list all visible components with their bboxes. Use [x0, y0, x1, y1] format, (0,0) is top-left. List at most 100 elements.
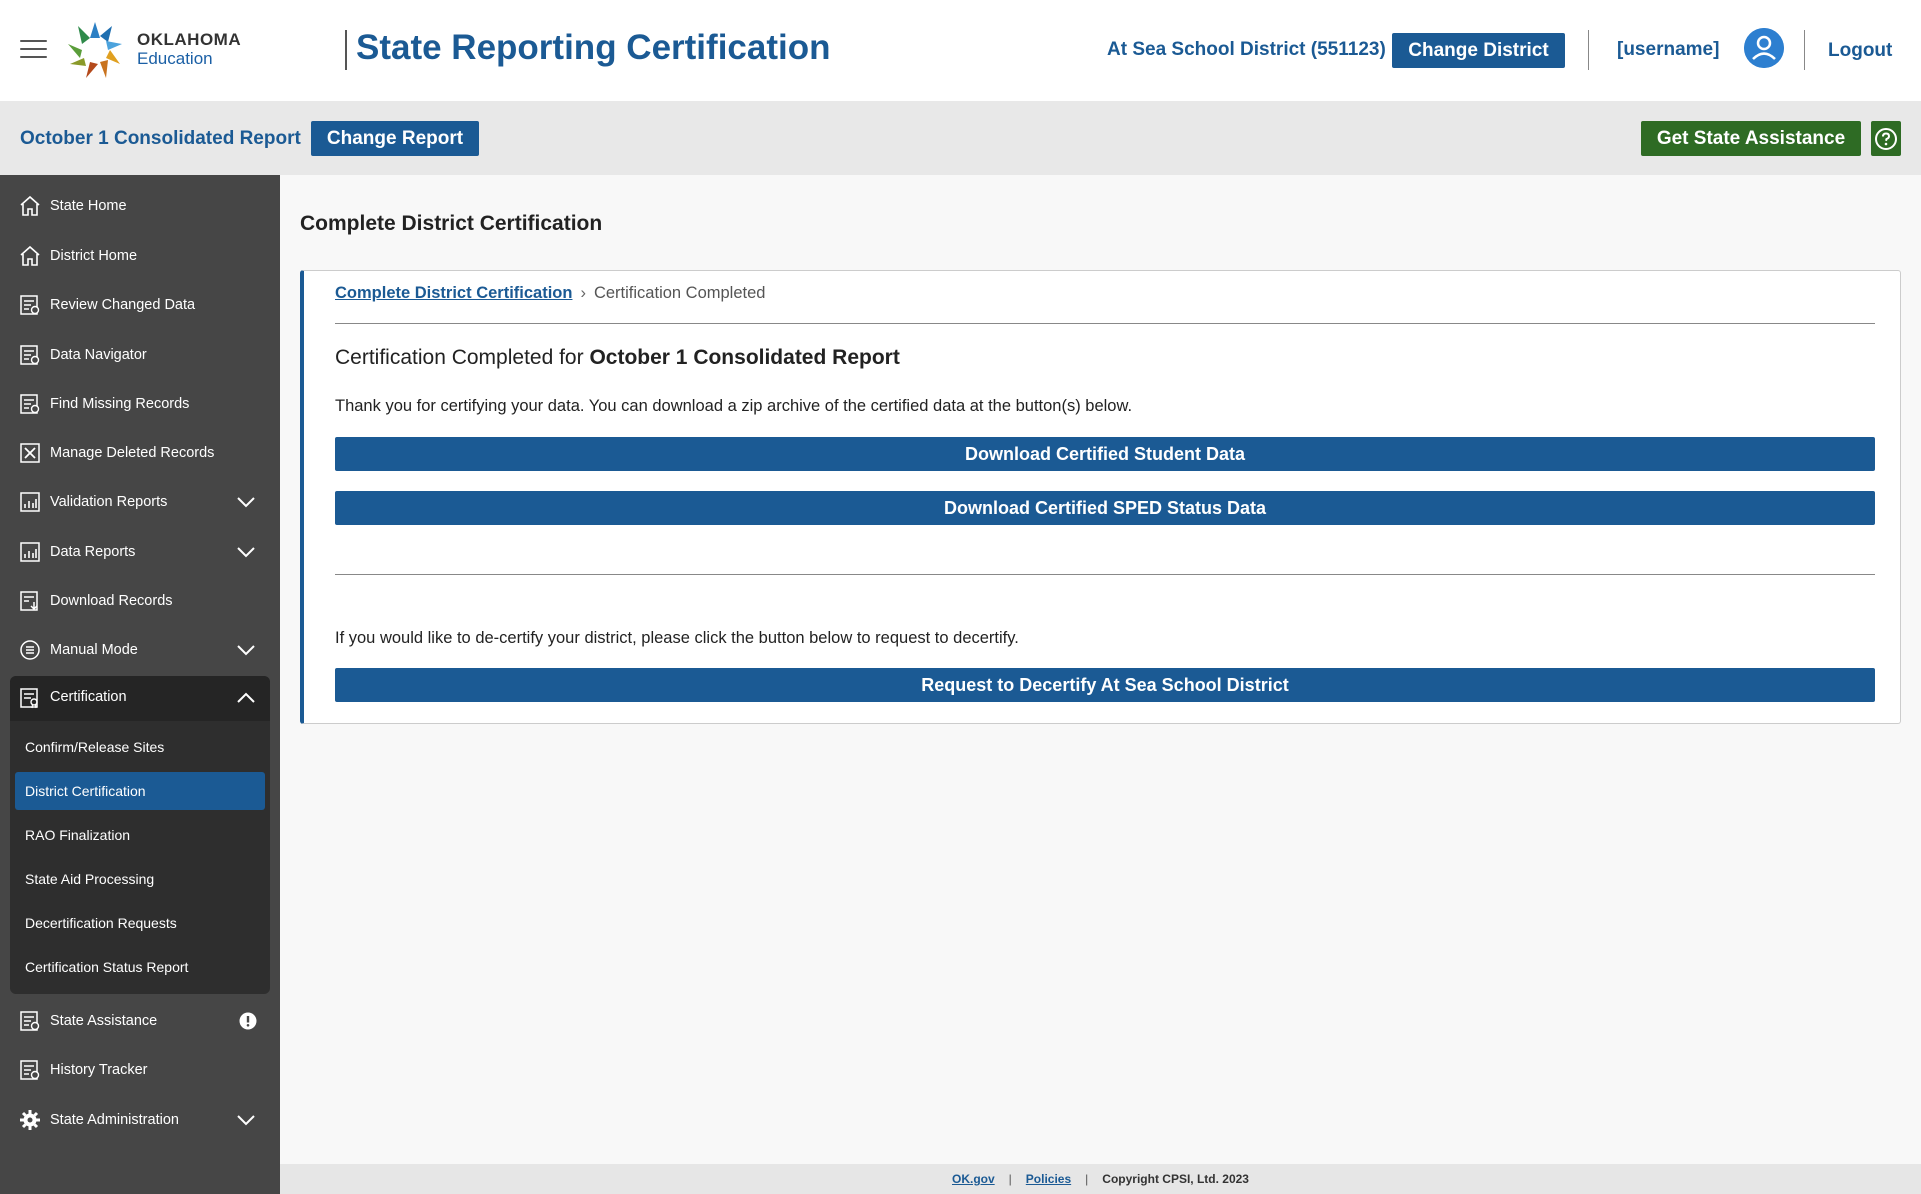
- sidebar-item-certification[interactable]: Certification: [10, 676, 270, 721]
- username-label[interactable]: [username]: [1617, 39, 1719, 61]
- sidebar-item-label: Find Missing Records: [50, 396, 190, 412]
- gear-icon: [20, 1110, 40, 1130]
- sidebar-item-label: Manual Mode: [50, 642, 138, 658]
- app-title: State Reporting Certification: [356, 28, 831, 67]
- report-icon: [20, 345, 40, 365]
- current-report: October 1 Consolidated Report: [20, 128, 301, 149]
- sidebar-item-label: District Home: [50, 248, 138, 264]
- sidebar-item-label: Data Reports: [50, 544, 136, 560]
- chart-icon: [20, 542, 40, 562]
- oklahoma-education-logo-icon: [68, 22, 122, 78]
- chevron-down-icon: [237, 645, 255, 656]
- logo-text: OKLAHOMA Education: [137, 31, 241, 67]
- request-decertify-button[interactable]: Request to Decertify At Sea School Distr…: [335, 668, 1875, 702]
- chevron-right-icon: ›: [580, 284, 586, 302]
- sidebar-item-label: Certification: [50, 689, 127, 705]
- sidebar-item-history-tracker[interactable]: History Tracker: [0, 1050, 280, 1090]
- report-icon: [20, 295, 40, 315]
- sidebar-item-state-assistance[interactable]: State Assistance: [0, 1001, 280, 1041]
- certification-card: Complete District Certification › Certific…: [300, 270, 1901, 724]
- help-icon: [1875, 127, 1897, 150]
- sidebar-item-data-reports[interactable]: Data Reports: [0, 532, 280, 572]
- help-button[interactable]: [1871, 121, 1901, 156]
- sidebar-item-find-missing-records[interactable]: Find Missing Records: [0, 384, 280, 424]
- breadcrumb-link-complete-certification[interactable]: Complete District Certification: [335, 284, 572, 302]
- download-icon: [20, 591, 38, 611]
- certification-heading: Certification Completed for October 1 Co…: [335, 346, 900, 370]
- header-divider: [1588, 30, 1589, 70]
- sidebar-item-label: State Administration: [50, 1112, 179, 1128]
- certification-heading-prefix: Certification Completed for: [335, 346, 584, 369]
- certification-heading-report: October 1 Consolidated Report: [589, 346, 900, 369]
- footer: OK.gov | Policies | Copyright CPSI, Ltd.…: [280, 1164, 1921, 1194]
- report-icon: [20, 1011, 40, 1031]
- submenu-item-confirm-release-sites[interactable]: Confirm/Release Sites: [15, 728, 265, 766]
- sidebar-item-label: Download Records: [50, 593, 173, 609]
- footer-link-policies[interactable]: Policies: [1026, 1172, 1071, 1186]
- chevron-down-icon: [237, 497, 255, 508]
- breadcrumb-current: Certification Completed: [593, 284, 766, 302]
- logo-line-1: OKLAHOMA: [137, 30, 242, 49]
- decertify-instructions: If you would like to de-certify your dis…: [335, 629, 1019, 647]
- divider: [335, 574, 1875, 575]
- sidebar-item-state-home[interactable]: State Home: [0, 186, 280, 226]
- sidebar-item-review-changed-data[interactable]: Review Changed Data: [0, 285, 280, 325]
- sidebar-item-label: Validation Reports: [50, 494, 168, 510]
- sidebar-item-state-administration[interactable]: State Administration: [0, 1100, 280, 1140]
- report-icon: [20, 1060, 40, 1080]
- change-report-button[interactable]: Change Report: [311, 121, 479, 156]
- chevron-up-icon: [237, 692, 255, 703]
- sidebar-item-label: Review Changed Data: [50, 297, 196, 313]
- sidebar: State Home District Home Review Changed …: [0, 175, 280, 1194]
- page-title: Complete District Certification: [300, 212, 603, 235]
- sidebar-item-district-home[interactable]: District Home: [0, 236, 280, 276]
- footer-link-ok-gov[interactable]: OK.gov: [952, 1172, 995, 1186]
- main-content: Complete District Certification Complete…: [280, 175, 1921, 1165]
- sidebar-item-validation-reports[interactable]: Validation Reports: [0, 482, 280, 522]
- change-district-button[interactable]: Change District: [1392, 33, 1565, 68]
- chart-icon: [20, 492, 40, 512]
- footer-separator: |: [1008, 1172, 1012, 1186]
- get-state-assistance-button[interactable]: Get State Assistance: [1641, 121, 1861, 156]
- sidebar-item-label: State Home: [50, 198, 127, 214]
- delete-icon: [20, 443, 40, 463]
- title-divider: [345, 30, 347, 70]
- divider: [335, 323, 1875, 324]
- header-divider: [1804, 30, 1805, 70]
- home-icon: [20, 195, 40, 216]
- download-certified-sped-status-data-button[interactable]: Download Certified SPED Status Data: [335, 491, 1875, 525]
- footer-separator: |: [1085, 1172, 1089, 1186]
- sidebar-item-manual-mode[interactable]: Manual Mode: [0, 630, 280, 670]
- breadcrumb: Complete District Certification › Certific…: [335, 284, 765, 303]
- submenu-item-rao-finalization[interactable]: RAO Finalization: [15, 816, 265, 854]
- user-avatar-icon[interactable]: [1744, 28, 1784, 68]
- sidebar-item-label: State Assistance: [50, 1013, 158, 1029]
- hamburger-menu-icon[interactable]: [20, 40, 47, 60]
- chevron-down-icon: [237, 547, 255, 558]
- submenu-item-certification-status-report[interactable]: Certification Status Report: [15, 948, 265, 986]
- submenu-item-decertification-requests[interactable]: Decertification Requests: [15, 904, 265, 942]
- thank-you-text: Thank you for certifying your data. You …: [335, 397, 1133, 415]
- sidebar-item-label: Manage Deleted Records: [50, 445, 215, 461]
- sidebar-item-download-records[interactable]: Download Records: [0, 581, 280, 621]
- current-district: At Sea School District (551123): [1107, 39, 1386, 60]
- sidebar-item-label: History Tracker: [50, 1062, 148, 1078]
- sidebar-item-data-navigator[interactable]: Data Navigator: [0, 335, 280, 375]
- sidebar-item-label: Data Navigator: [50, 347, 147, 363]
- report-icon: [20, 394, 40, 414]
- sidebar-item-manage-deleted-records[interactable]: Manage Deleted Records: [0, 433, 280, 473]
- submenu-item-state-aid-processing[interactable]: State Aid Processing: [15, 860, 265, 898]
- top-header: OKLAHOMA Education State Reporting Certi…: [0, 0, 1921, 101]
- download-certified-student-data-button[interactable]: Download Certified Student Data: [335, 437, 1875, 471]
- certificate-icon: [20, 688, 38, 709]
- alert-icon: [239, 1012, 257, 1030]
- logo-line-2: Education: [137, 49, 213, 68]
- submenu-item-district-certification[interactable]: District Certification: [15, 772, 265, 810]
- certification-submenu: Certification Confirm/Release Sites Dist…: [10, 676, 270, 994]
- logout-link[interactable]: Logout: [1828, 40, 1892, 62]
- footer-copyright: Copyright CPSI, Ltd. 2023: [1102, 1172, 1249, 1186]
- report-bar: October 1 Consolidated Report Change Rep…: [0, 101, 1921, 175]
- list-icon: [20, 640, 40, 660]
- chevron-down-icon: [237, 1115, 255, 1126]
- home-icon: [20, 245, 40, 266]
